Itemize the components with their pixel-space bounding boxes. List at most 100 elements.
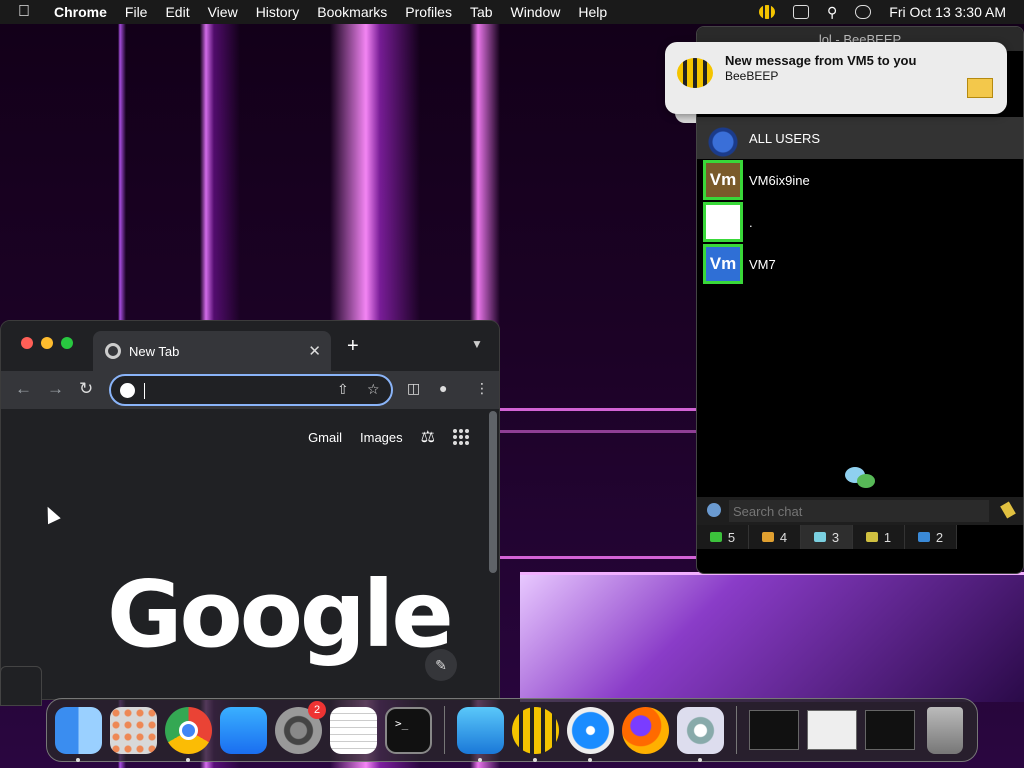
google-g-icon xyxy=(120,383,135,398)
menu-file[interactable]: File xyxy=(125,4,148,20)
tab-chats[interactable]: 3 xyxy=(801,525,853,549)
menu-profiles[interactable]: Profiles xyxy=(405,4,452,20)
menu-window[interactable]: Window xyxy=(511,4,561,20)
side-panel-icon[interactable]: ◫ xyxy=(407,380,420,397)
tab-search-chevron-icon[interactable]: ▼ xyxy=(471,337,483,351)
gmail-link[interactable]: Gmail xyxy=(308,430,342,445)
tab-network[interactable]: 1 xyxy=(853,525,905,549)
menu-view[interactable]: View xyxy=(208,4,238,20)
system-settings-icon[interactable]: 2 xyxy=(275,700,326,754)
tab-files[interactable]: 2 xyxy=(905,525,957,549)
chrome-favicon-icon xyxy=(105,343,121,359)
beebeep-bee-icon xyxy=(677,58,713,88)
tab-title: New Tab xyxy=(129,343,180,359)
user-name: ALL USERS xyxy=(749,130,821,146)
search-bar xyxy=(697,497,1023,525)
wallpaper-line xyxy=(500,408,700,411)
minimize-window-button[interactable] xyxy=(41,337,53,349)
menu-chrome[interactable]: Chrome xyxy=(54,4,107,20)
envelope-icon xyxy=(967,78,993,98)
menu-tab[interactable]: Tab xyxy=(470,4,493,20)
app-store-icon[interactable] xyxy=(220,706,267,754)
user-avatar: Vm xyxy=(703,244,743,284)
new-tab-plus-icon[interactable]: + xyxy=(347,335,359,358)
forward-arrow-icon[interactable]: → xyxy=(47,379,64,399)
wallpaper-line xyxy=(500,430,700,433)
google-logo: Google xyxy=(107,561,454,668)
menu-bookmarks[interactable]: Bookmarks xyxy=(317,4,387,20)
user-row-vm7[interactable]: Vm VM7 xyxy=(697,243,1023,285)
back-arrow-icon[interactable]: ← xyxy=(15,379,32,399)
network-tab-icon xyxy=(865,532,878,542)
tab-users[interactable]: 5 xyxy=(697,525,749,549)
scrollbar[interactable] xyxy=(489,411,497,573)
beebeep-status-icon[interactable] xyxy=(759,5,776,19)
screen-mirroring-icon[interactable] xyxy=(793,5,810,19)
beebeep-dock-icon[interactable] xyxy=(512,706,559,762)
close-window-button[interactable] xyxy=(21,337,33,349)
images-link[interactable]: Images xyxy=(360,430,403,445)
menu-edit[interactable]: Edit xyxy=(165,4,189,20)
firefox-icon[interactable] xyxy=(622,706,669,754)
control-center-icon[interactable] xyxy=(855,5,872,19)
labs-flask-icon[interactable]: ⚖ xyxy=(421,427,435,447)
tab-count: 4 xyxy=(779,529,788,545)
clear-search-icon[interactable] xyxy=(1000,501,1016,519)
background-window-edge xyxy=(0,666,42,706)
search-options-icon[interactable] xyxy=(707,503,721,517)
safari-icon[interactable] xyxy=(567,706,614,762)
notification-subtitle: BeeBEEP xyxy=(725,69,779,83)
finder-icon[interactable] xyxy=(55,706,102,762)
tab-count: 2 xyxy=(935,529,944,545)
tab-count: 3 xyxy=(831,529,840,545)
kebab-menu-icon[interactable]: ⋮ xyxy=(475,380,489,397)
customize-pencil-icon[interactable]: ✎ xyxy=(425,649,457,681)
minimized-window-thumbnail[interactable] xyxy=(865,710,915,750)
user-row-dot[interactable]: . xyxy=(697,201,1023,243)
istat-menus-icon[interactable] xyxy=(457,706,504,762)
user-avatar xyxy=(703,202,743,242)
minimized-window-thumbnail[interactable] xyxy=(807,710,857,750)
chats-tab-icon xyxy=(813,532,826,542)
apple-icon[interactable]:  xyxy=(18,3,34,21)
tab-count: 5 xyxy=(727,529,736,545)
wallpaper-panel xyxy=(520,572,1024,702)
groups-tab-icon xyxy=(761,532,774,542)
terminal-icon[interactable]: >_ xyxy=(385,706,432,754)
zoom-window-button[interactable] xyxy=(61,337,73,349)
address-bar[interactable]: ⇧ ☆ xyxy=(109,374,393,406)
tab-count: 1 xyxy=(883,529,892,545)
files-tab-icon xyxy=(917,532,930,542)
settings-badge: 2 xyxy=(308,700,326,719)
reload-icon[interactable]: ↻ xyxy=(79,379,93,399)
menu-history[interactable]: History xyxy=(256,4,300,20)
minimized-window-thumbnail[interactable] xyxy=(749,710,799,750)
user-name: VM7 xyxy=(749,256,776,272)
user-name: VM6ix9ine xyxy=(749,172,810,188)
launchpad-icon[interactable] xyxy=(110,706,157,754)
chrome-window: New Tab ✕ + ▼ ← → ↻ ⇧ ☆ ◫ ● ⋮ Gmail Imag… xyxy=(0,320,500,700)
apps-grid-icon[interactable] xyxy=(453,429,469,445)
user-row-all-users[interactable]: ALL USERS xyxy=(697,117,1023,159)
omnibox-input[interactable] xyxy=(147,380,327,400)
spotlight-search-icon[interactable]: ⚲ xyxy=(827,4,837,21)
new-tab-page: Gmail Images ⚖ Google ✎ xyxy=(1,409,487,699)
tab-new-tab[interactable]: New Tab ✕ xyxy=(93,331,331,371)
share-icon[interactable]: ⇧ xyxy=(337,381,349,398)
search-chat-input[interactable] xyxy=(729,500,989,522)
close-tab-icon[interactable]: ✕ xyxy=(308,342,321,360)
chrome-icon[interactable] xyxy=(165,706,212,762)
tab-groups[interactable]: 4 xyxy=(749,525,801,549)
user-row-vm6ix9ine[interactable]: Vm VM6ix9ine xyxy=(697,159,1023,201)
menu-help[interactable]: Help xyxy=(578,4,607,20)
wallpaper-line xyxy=(500,556,700,559)
trash-icon[interactable] xyxy=(927,706,963,754)
notification-banner[interactable]: New message from VM5 to you BeeBEEP xyxy=(665,42,1007,123)
profile-icon[interactable]: ● xyxy=(439,380,447,396)
view-tabs: 5 4 3 1 2 xyxy=(697,525,1023,549)
settings-gear-icon[interactable] xyxy=(677,706,724,762)
chat-bubbles-icon xyxy=(845,467,875,489)
textedit-icon[interactable] xyxy=(330,706,377,754)
bookmark-star-icon[interactable]: ☆ xyxy=(367,381,380,398)
menu-clock[interactable]: Fri Oct 13 3:30 AM xyxy=(889,4,1006,20)
